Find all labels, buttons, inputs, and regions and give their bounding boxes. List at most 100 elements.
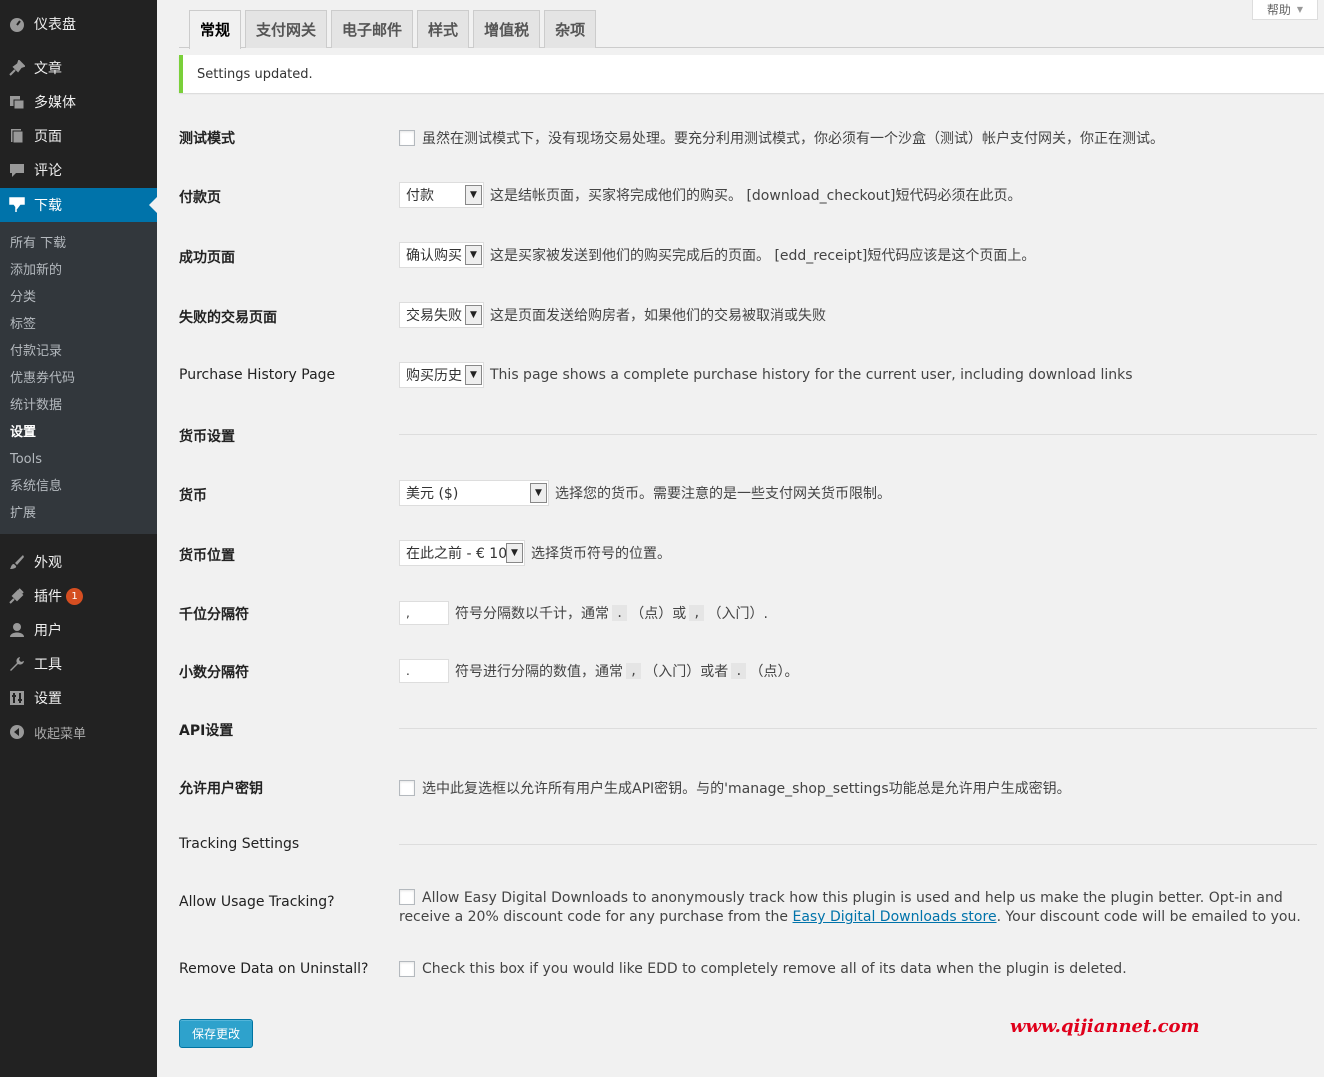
setting-label: 付款页	[179, 190, 221, 206]
setting-description: 选中此复选框以允许所有用户生成API密钥。与的'manage_shop_sett…	[422, 781, 1071, 797]
comment-icon	[8, 161, 26, 179]
edd-store-link[interactable]: Easy Digital Downloads store	[793, 909, 997, 925]
section-api: API设置	[179, 720, 1319, 740]
setting-description: （入门）或者	[644, 664, 729, 680]
collapse-menu-button[interactable]: 收起菜单	[0, 715, 157, 749]
usage-tracking-checkbox[interactable]	[399, 889, 415, 905]
select-value: 购买历史	[406, 368, 462, 384]
setting-field: Check this box if you would like EDD to …	[399, 961, 1127, 977]
code-sample: .	[731, 663, 747, 679]
chevron-down-icon: ▼	[506, 543, 523, 563]
setting-description: . Your discount code will be emailed to …	[996, 909, 1301, 925]
submenu-item[interactable]: 优惠券代码	[0, 365, 157, 392]
menu-media[interactable]: 多媒体	[0, 85, 157, 119]
select-value: 在此之前 - € 10	[406, 546, 508, 562]
select-value: 确认购买	[406, 248, 462, 264]
setting-row-failure-page: 失败的交易页面 交易失败 ▼ 这是页面发送给购房者，如果他们的交易被取消或失败	[179, 302, 1319, 330]
setting-description: 虽然在测试模式下，没有现场交易处理。要充分利用测试模式，你必须有一个沙盒（测试）…	[422, 131, 1164, 147]
page-icon	[8, 127, 26, 145]
failure-page-select[interactable]: 交易失败 ▼	[399, 302, 484, 328]
submenu-item[interactable]: 扩展	[0, 500, 157, 527]
submenu-item[interactable]: 所有 下载	[0, 230, 157, 257]
brush-icon	[8, 553, 26, 571]
menu-label: 多媒体	[34, 95, 76, 111]
collapse-arrow-icon	[8, 723, 26, 741]
menu-tools[interactable]: 工具	[0, 647, 157, 681]
setting-description: （点）或	[630, 606, 687, 622]
submenu-item[interactable]: 添加新的	[0, 257, 157, 284]
setting-row-currency: 货币 美元 ($) ▼ 选择您的货币。需要注意的是一些支付网关货币限制。	[179, 480, 1319, 508]
setting-label: Purchase History Page	[179, 367, 336, 383]
settings-tabs: 常规 支付网关 电子邮件 样式 增值税 杂项	[179, 10, 1324, 49]
tab-taxes[interactable]: 增值税	[473, 10, 541, 48]
menu-appearance[interactable]: 外观	[0, 545, 157, 579]
menu-pages[interactable]: 页面	[0, 119, 157, 153]
setting-field: 购买历史 ▼ This page shows a complete purchas…	[399, 362, 1133, 388]
dashboard-icon	[8, 15, 26, 33]
setting-row-decimal-separator: 小数分隔符 . 符号进行分隔的数值，通常 , （入门）或者 . （点）。	[179, 659, 1319, 685]
tab-styles[interactable]: 样式	[417, 10, 470, 48]
success-page-select[interactable]: 确认购买 ▼	[399, 242, 484, 268]
submenu-item[interactable]: 付款记录	[0, 338, 157, 365]
uninstall-checkbox[interactable]	[399, 961, 415, 977]
test-mode-checkbox[interactable]	[399, 130, 415, 146]
tab-general[interactable]: 常规	[189, 10, 242, 49]
currency-position-select[interactable]: 在此之前 - € 10 ▼	[399, 540, 525, 566]
admin-sidebar: 仪表盘 文章 多媒体 页面 评论 下载 所有 下载 添加新的 分类 标签 付款记…	[0, 0, 157, 1077]
menu-settings[interactable]: 设置	[0, 681, 157, 715]
menu-label: 下载	[34, 198, 62, 214]
setting-label: 测试模式	[179, 131, 235, 147]
notice-text: Settings updated.	[197, 66, 313, 82]
section-currency: 货币设置	[179, 426, 1319, 446]
section-tracking: Tracking Settings	[179, 836, 1319, 856]
chevron-down-icon: ▼	[465, 185, 482, 205]
decimal-separator-input[interactable]: .	[399, 659, 449, 683]
submenu-item-settings[interactable]: 设置	[0, 419, 157, 446]
menu-posts[interactable]: 文章	[0, 51, 157, 85]
setting-label: 成功页面	[179, 250, 235, 266]
tab-misc[interactable]: 杂项	[544, 10, 597, 48]
chevron-down-icon: ▼	[465, 305, 482, 325]
submenu-item[interactable]: 分类	[0, 284, 157, 311]
submenu-item[interactable]: 系统信息	[0, 473, 157, 500]
menu-label: 设置	[34, 691, 62, 707]
submenu-item[interactable]: 标签	[0, 311, 157, 338]
menu-comments[interactable]: 评论	[0, 153, 157, 187]
download-icon	[8, 196, 26, 214]
setting-description: 选择货币符号的位置。	[531, 546, 671, 562]
setting-description: 这是结帐页面，买家将完成他们的购买。 [download_checkout]短代…	[490, 188, 1022, 204]
purchase-history-select[interactable]: 购买历史 ▼	[399, 362, 484, 388]
setting-description: This page shows a complete purchase hist…	[490, 367, 1133, 383]
setting-row-checkout-page: 付款页 付款 ▼ 这是结帐页面，买家将完成他们的购买。 [download_che…	[179, 182, 1319, 210]
tab-gateways[interactable]: 支付网关	[245, 10, 328, 48]
setting-row-uninstall: Remove Data on Uninstall? Check this box…	[179, 961, 1319, 981]
setting-field: 确认购买 ▼ 这是买家被发送到他们的购买完成后的页面。 [edd_receipt]…	[399, 242, 1035, 268]
setting-field: 在此之前 - € 10 ▼ 选择货币符号的位置。	[399, 540, 671, 566]
update-count-badge: 1	[66, 587, 83, 605]
setting-row-purchase-history: Purchase History Page 购买历史 ▼ This page sh…	[179, 362, 1319, 390]
save-changes-button[interactable]: 保存更改	[179, 1019, 253, 1048]
currency-select[interactable]: 美元 ($) ▼	[399, 480, 549, 506]
select-value: 交易失败	[406, 308, 462, 324]
setting-field: 美元 ($) ▼ 选择您的货币。需要注意的是一些支付网关货币限制。	[399, 480, 891, 506]
thousands-separator-input[interactable]: ,	[399, 601, 449, 625]
menu-users[interactable]: 用户	[0, 613, 157, 647]
section-heading: API设置	[179, 723, 234, 739]
checkout-page-select[interactable]: 付款 ▼	[399, 182, 484, 208]
setting-field: 交易失败 ▼ 这是页面发送给购房者，如果他们的交易被取消或失败	[399, 302, 826, 328]
submenu-item[interactable]: Tools	[0, 446, 157, 473]
chevron-down-icon: ▼	[530, 483, 547, 503]
menu-dashboard[interactable]: 仪表盘	[0, 7, 157, 41]
setting-label: 货币	[179, 488, 207, 504]
pin-icon	[8, 59, 26, 77]
setting-field: 付款 ▼ 这是结帐页面，买家将完成他们的购买。 [download_checkou…	[399, 182, 1022, 208]
setting-description: 选择您的货币。需要注意的是一些支付网关货币限制。	[555, 486, 891, 502]
menu-plugins[interactable]: 插件 1	[0, 579, 157, 613]
tab-emails[interactable]: 电子邮件	[331, 10, 414, 48]
plugin-icon	[8, 587, 26, 605]
setting-description: （点）。	[749, 664, 799, 680]
menu-downloads[interactable]: 下载	[0, 188, 157, 222]
api-keys-checkbox[interactable]	[399, 780, 415, 796]
settings-icon	[8, 689, 26, 707]
submenu-item[interactable]: 统计数据	[0, 392, 157, 419]
